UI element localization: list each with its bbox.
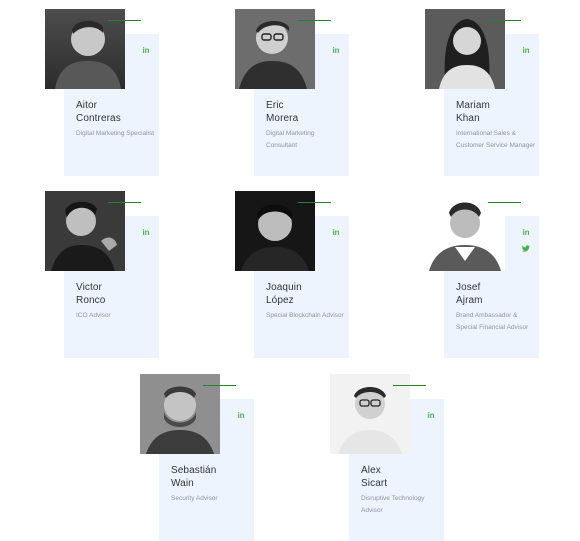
twitter-bird-icon — [522, 245, 530, 252]
member-role: Digital Marketing Specialist — [76, 130, 155, 137]
person-silhouette — [330, 374, 410, 454]
member-last-name: Wain — [171, 478, 194, 489]
team-card-eric: in Eric Morera Digital Marketing Consult… — [235, 9, 349, 176]
person-silhouette — [55, 20, 121, 89]
linkedin-icon[interactable]: in — [520, 227, 532, 239]
member-name: Sebastián Wain — [171, 464, 251, 490]
member-first-name: Josef — [456, 282, 481, 293]
member-name: Victor Ronco — [76, 281, 156, 307]
accent-line — [393, 385, 426, 386]
linkedin-icon[interactable]: in — [235, 410, 247, 422]
member-role: Brand Ambassador & Special Financial Adv… — [456, 312, 529, 331]
member-role: Digital Marketing Consultant — [266, 130, 315, 149]
linkedin-icon[interactable]: in — [425, 410, 437, 422]
member-first-name: Victor — [76, 282, 102, 293]
member-name: Alex Sicart — [361, 464, 441, 490]
accent-line — [488, 202, 521, 203]
person-silhouette — [425, 191, 505, 271]
profile-photo — [425, 191, 505, 271]
team-card-mariam: in Mariam Khan International Sales & Cus… — [425, 9, 539, 176]
linkedin-icon[interactable]: in — [140, 227, 152, 239]
member-name: Joaquin López — [266, 281, 346, 307]
profile-photo — [235, 191, 315, 271]
team-card-alex: in Alex Sicart Disruptive Technology Adv… — [330, 374, 444, 541]
member-first-name: Eric — [266, 100, 284, 111]
accent-line — [108, 202, 141, 203]
member-first-name: Aitor — [76, 100, 98, 111]
profile-photo — [140, 374, 220, 454]
profile-photo — [330, 374, 410, 454]
member-last-name: Ronco — [76, 295, 106, 306]
social-links: in — [140, 45, 152, 62]
accent-line — [298, 202, 331, 203]
member-role: Security Advisor — [171, 495, 218, 502]
linkedin-icon[interactable]: in — [520, 45, 532, 57]
member-name: Josef Ajram — [456, 281, 536, 307]
person-silhouette — [235, 191, 315, 271]
twitter-icon[interactable] — [520, 244, 532, 256]
member-first-name: Joaquin — [266, 282, 302, 293]
member-name: Eric Morera — [266, 99, 346, 125]
team-card-joaquin: in Joaquin López Special Blockchain Advi… — [235, 191, 349, 358]
profile-photo — [45, 9, 125, 89]
team-card-victor: in Victor Ronco ICO Advisor — [45, 191, 159, 358]
member-name: Mariam Khan — [456, 99, 536, 125]
profile-photo — [425, 9, 505, 89]
member-name: Aitor Contreras — [76, 99, 156, 125]
profile-photo — [45, 191, 125, 271]
accent-line — [298, 20, 331, 21]
social-links: in — [330, 227, 342, 244]
accent-line — [488, 20, 521, 21]
team-card-josef: in Josef Ajram Brand Ambassador & Specia… — [425, 191, 539, 358]
member-last-name: Morera — [266, 113, 299, 124]
member-last-name: Sicart — [361, 478, 388, 489]
member-role: International Sales & Customer Service M… — [456, 130, 536, 149]
social-links: in — [520, 227, 532, 261]
member-last-name: Ajram — [456, 295, 483, 306]
person-silhouette — [45, 191, 125, 271]
member-role: Disruptive Technology Advisor — [361, 495, 425, 514]
member-last-name: Khan — [456, 113, 480, 124]
profile-photo — [235, 9, 315, 89]
team-card-aitor: in Aitor Contreras Digital Marketing Spe… — [45, 9, 159, 176]
team-card-sebastian: in Sebastián Wain Security Advisor — [140, 374, 254, 541]
person-silhouette — [140, 374, 220, 454]
person-silhouette — [235, 9, 315, 89]
social-links: in — [425, 410, 437, 427]
social-links: in — [140, 227, 152, 244]
linkedin-icon[interactable]: in — [140, 45, 152, 57]
member-last-name: Contreras — [76, 113, 121, 124]
social-links: in — [520, 45, 532, 62]
accent-line — [203, 385, 236, 386]
linkedin-icon[interactable]: in — [330, 227, 342, 239]
member-first-name: Alex — [361, 465, 381, 476]
social-links: in — [330, 45, 342, 62]
member-first-name: Sebastián — [171, 465, 217, 476]
member-role: ICO Advisor — [76, 312, 111, 319]
linkedin-icon[interactable]: in — [330, 45, 342, 57]
person-silhouette — [425, 9, 505, 89]
member-last-name: López — [266, 295, 294, 306]
social-links: in — [235, 410, 247, 427]
member-role: Special Blockchain Advisor — [266, 312, 344, 319]
member-first-name: Mariam — [456, 100, 490, 111]
accent-line — [108, 20, 141, 21]
